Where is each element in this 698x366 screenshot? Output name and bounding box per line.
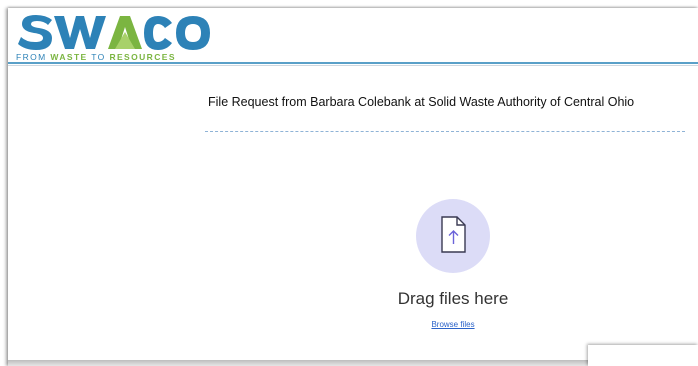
header-divider-thin xyxy=(8,65,698,66)
swaco-wordmark-graphic xyxy=(18,15,210,50)
file-request-title: File Request from Barbara Colebank at So… xyxy=(208,95,635,109)
browse-files-link[interactable]: Browse files xyxy=(205,320,698,329)
swaco-logo: FROM WASTE TO RESOURCES xyxy=(16,12,216,62)
corner-panel xyxy=(588,345,698,366)
header-divider xyxy=(8,62,698,64)
file-upload-icon xyxy=(441,216,466,253)
tagline-waste: WASTE xyxy=(50,52,88,62)
tagline-resources: RESOURCES xyxy=(109,52,176,62)
window-bottom-edge xyxy=(8,360,588,366)
tagline-from: FROM xyxy=(16,52,51,62)
header: FROM WASTE TO RESOURCES xyxy=(8,8,698,62)
file-drop-zone[interactable]: Drag files here Browse files xyxy=(205,131,685,361)
upload-icon-circle[interactable] xyxy=(416,199,490,273)
tagline-to: TO xyxy=(87,52,110,62)
logo-tagline: FROM WASTE TO RESOURCES xyxy=(16,52,216,62)
drag-files-label: Drag files here xyxy=(397,289,509,308)
